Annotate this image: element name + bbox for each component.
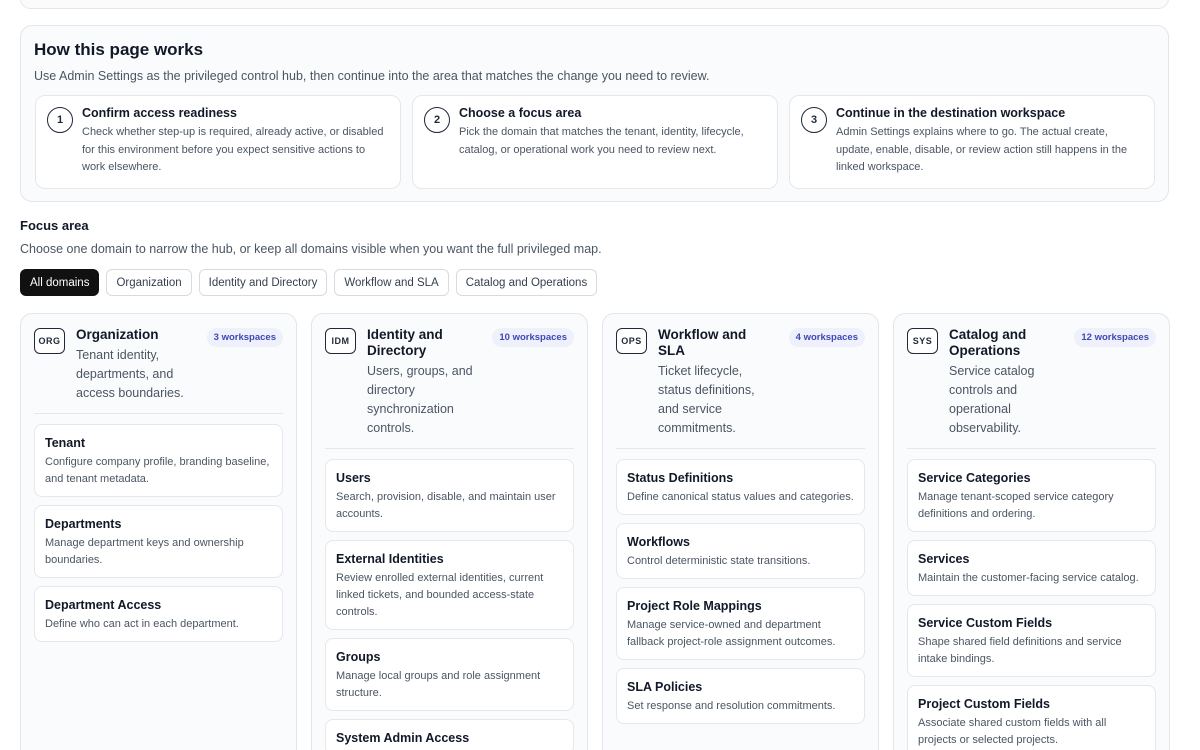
- domain-card-identity-directory: IDM Identity and Directory Users, groups…: [311, 313, 588, 750]
- workspace-count-badge: 4 workspaces: [788, 328, 865, 347]
- filter-identity-directory[interactable]: Identity and Directory: [198, 269, 328, 296]
- domain-card-workflow-sla: OPS Workflow and SLA Ticket lifecycle, s…: [602, 313, 879, 750]
- workspace-description: Define who can act in each department.: [45, 618, 239, 630]
- workspace-title: Departments: [45, 517, 122, 531]
- workspace-description: Search, provision, disable, and maintain…: [336, 491, 556, 520]
- domain-card-organization: ORG Organization Tenant identity, depart…: [20, 313, 297, 750]
- step-number-badge: 2: [424, 107, 450, 133]
- workspace-description: Associate shared custom fields with all …: [918, 717, 1107, 746]
- step-card: 2 Choose a focus area Pick the domain th…: [412, 95, 778, 189]
- workspace-title: System Admin Access: [336, 731, 470, 745]
- focus-area-heading: Focus area: [20, 218, 89, 233]
- divider: [34, 413, 283, 414]
- workspace-title: Project Custom Fields: [918, 697, 1050, 711]
- workspace-description: Manage department keys and ownership bou…: [45, 537, 244, 566]
- workspace-link-sla-policies[interactable]: SLA Policies Set response and resolution…: [616, 668, 865, 724]
- how-title: How this page works: [34, 40, 204, 59]
- step-description: Pick the domain that matches the tenant,…: [459, 126, 744, 156]
- workspace-description: Maintain the customer-facing service cat…: [918, 572, 1139, 584]
- divider: [616, 448, 865, 449]
- workspace-title: Project Role Mappings: [627, 599, 762, 613]
- workspace-title: Status Definitions: [627, 471, 734, 485]
- filter-catalog-operations[interactable]: Catalog and Operations: [455, 269, 598, 296]
- step-number-badge: 3: [801, 107, 827, 133]
- workspace-title: Service Custom Fields: [918, 616, 1053, 630]
- workspace-link-departments[interactable]: Departments Manage department keys and o…: [34, 505, 283, 578]
- workspace-link-workflows[interactable]: Workflows Control deterministic state tr…: [616, 523, 865, 579]
- filter-organization[interactable]: Organization: [106, 269, 192, 296]
- workspace-link-service-categories[interactable]: Service Categories Manage tenant-scoped …: [907, 459, 1156, 532]
- workspace-title: Service Categories: [918, 471, 1031, 485]
- domain-header: SYS Catalog and Operations Service catal…: [907, 327, 1156, 438]
- step-title: Confirm access readiness: [82, 106, 237, 120]
- domain-description: Users, groups, and directory synchroniza…: [367, 364, 473, 435]
- workspace-description: Manage tenant-scoped service category de…: [918, 491, 1114, 520]
- workspace-title: SLA Policies: [627, 680, 703, 694]
- workspace-title: Workflows: [627, 535, 690, 549]
- domain-header: ORG Organization Tenant identity, depart…: [34, 327, 283, 403]
- domain-header: OPS Workflow and SLA Ticket lifecycle, s…: [616, 327, 865, 438]
- how-subtitle: Use Admin Settings as the privileged con…: [34, 69, 710, 83]
- workspace-link-service-custom-fields[interactable]: Service Custom Fields Shape shared field…: [907, 604, 1156, 677]
- domain-columns: ORG Organization Tenant identity, depart…: [20, 313, 1170, 750]
- previous-panel-edge: [20, 0, 1169, 9]
- workspace-description: Manage service-owned and department fall…: [627, 619, 836, 648]
- domain-description: Service catalog controls and operational…: [949, 364, 1035, 435]
- workspace-link-department-access[interactable]: Department Access Define who can act in …: [34, 586, 283, 642]
- domain-header: IDM Identity and Directory Users, groups…: [325, 327, 574, 438]
- focus-area-subtitle: Choose one domain to narrow the hub, or …: [20, 242, 602, 256]
- workspace-link-groups[interactable]: Groups Manage local groups and role assi…: [325, 638, 574, 711]
- divider: [325, 448, 574, 449]
- workspace-count-badge: 3 workspaces: [206, 328, 283, 347]
- workspace-link-system-admin-access[interactable]: System Admin Access: [325, 719, 574, 750]
- domain-description: Ticket lifecycle, status definitions, an…: [658, 364, 755, 435]
- step-card: 1 Confirm access readiness Check whether…: [35, 95, 401, 189]
- workspace-description: Shape shared field definitions and servi…: [918, 636, 1122, 665]
- workspace-title: Services: [918, 552, 970, 566]
- domain-filter-bar: All domains Organization Identity and Di…: [20, 269, 598, 296]
- domain-title: Organization: [76, 327, 159, 342]
- workspace-title: Department Access: [45, 598, 162, 612]
- divider: [907, 448, 1156, 449]
- domain-title: Workflow and SLA: [658, 327, 747, 358]
- workspace-title: Users: [336, 471, 371, 485]
- workspace-link-project-role-mappings[interactable]: Project Role Mappings Manage service-own…: [616, 587, 865, 660]
- workspace-description: Manage local groups and role assignment …: [336, 670, 541, 699]
- workspace-count-badge: 12 workspaces: [1074, 328, 1156, 347]
- workspace-title: Groups: [336, 650, 381, 664]
- step-description: Check whether step-up is required, alrea…: [82, 126, 384, 173]
- workspace-title: External Identities: [336, 552, 444, 566]
- workspace-link-status-definitions[interactable]: Status Definitions Define canonical stat…: [616, 459, 865, 515]
- domain-description: Tenant identity, departments, and access…: [76, 348, 184, 400]
- workspace-description: Set response and resolution commitments.: [627, 700, 836, 712]
- domain-card-catalog-operations: SYS Catalog and Operations Service catal…: [893, 313, 1170, 750]
- filter-all-domains[interactable]: All domains: [20, 269, 100, 296]
- step-description: Admin Settings explains where to go. The…: [836, 126, 1128, 173]
- step-number-badge: 1: [47, 107, 73, 133]
- workspace-link-external-identities[interactable]: External Identities Review enrolled exte…: [325, 540, 574, 630]
- steps-list: 1 Confirm access readiness Check whether…: [35, 95, 1155, 189]
- workspace-description: Control deterministic state transitions.: [627, 555, 811, 567]
- workspace-description: Review enrolled external identities, cur…: [336, 572, 544, 618]
- workspace-link-tenant[interactable]: Tenant Configure company profile, brandi…: [34, 424, 283, 497]
- workspace-count-badge: 10 workspaces: [492, 328, 574, 347]
- step-title: Choose a focus area: [459, 106, 582, 120]
- how-this-page-works-panel: How this page works Use Admin Settings a…: [20, 25, 1169, 202]
- domain-title: Catalog and Operations: [949, 327, 1027, 358]
- workspace-link-services[interactable]: Services Maintain the customer-facing se…: [907, 540, 1156, 596]
- step-card: 3 Continue in the destination workspace …: [789, 95, 1155, 189]
- domain-code-badge: ORG: [34, 328, 65, 354]
- domain-title: Identity and Directory: [367, 327, 443, 358]
- domain-code-badge: SYS: [907, 328, 938, 354]
- workspace-link-project-custom-fields[interactable]: Project Custom Fields Associate shared c…: [907, 685, 1156, 750]
- step-title: Continue in the destination workspace: [836, 106, 1066, 120]
- workspace-link-users[interactable]: Users Search, provision, disable, and ma…: [325, 459, 574, 532]
- domain-code-badge: OPS: [616, 328, 647, 354]
- filter-workflow-sla[interactable]: Workflow and SLA: [334, 269, 449, 296]
- workspace-title: Tenant: [45, 436, 86, 450]
- domain-code-badge: IDM: [325, 328, 356, 354]
- workspace-description: Configure company profile, branding base…: [45, 456, 270, 485]
- workspace-description: Define canonical status values and categ…: [627, 491, 854, 503]
